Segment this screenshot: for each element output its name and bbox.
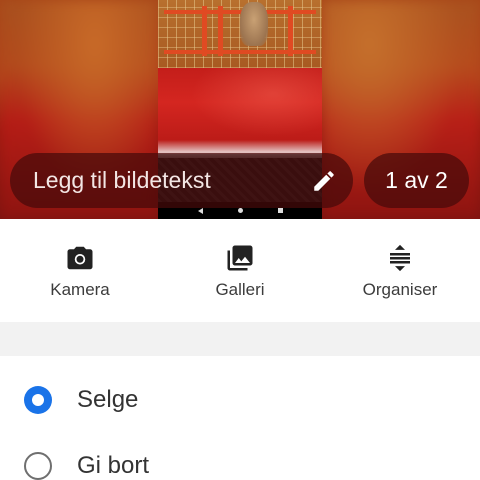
option-sell[interactable]: Selge	[0, 370, 480, 430]
option-give-away[interactable]: Gi bort	[0, 436, 480, 480]
cage-pole	[202, 6, 207, 56]
pencil-icon[interactable]	[309, 166, 339, 196]
cage-pole	[218, 6, 223, 56]
reorder-icon	[383, 241, 417, 275]
recent-apps-icon	[277, 208, 283, 213]
caption-field[interactable]: Legg til bildetekst	[10, 153, 353, 208]
back-icon	[197, 207, 203, 214]
organize-label: Organiser	[362, 280, 438, 299]
give-away-label: Gi bort	[77, 452, 150, 479]
gallery-icon	[223, 241, 257, 275]
camera-label: Kamera	[50, 280, 110, 299]
photo-animal	[240, 2, 268, 46]
sell-radio[interactable]	[24, 386, 52, 414]
gallery-label: Galleri	[215, 280, 265, 299]
home-icon	[237, 208, 243, 213]
organize-button[interactable]: Organiser	[350, 219, 450, 322]
sell-label: Selge	[77, 386, 139, 413]
caption-placeholder: Legg til bildetekst	[33, 167, 211, 193]
camera-icon	[63, 241, 97, 275]
cage-rail	[164, 50, 316, 54]
camera-button[interactable]: Kamera	[30, 219, 130, 322]
section-divider	[0, 322, 480, 356]
image-toolbar: Kamera Galleri Organiser	[0, 219, 480, 322]
gallery-button[interactable]: Galleri	[190, 219, 290, 322]
give-away-radio[interactable]	[24, 452, 52, 480]
cage-pole	[288, 6, 293, 56]
photo-preview[interactable]: Legg til bildetekst 1 av 2	[0, 0, 480, 219]
image-counter: 1 av 2	[364, 153, 469, 208]
